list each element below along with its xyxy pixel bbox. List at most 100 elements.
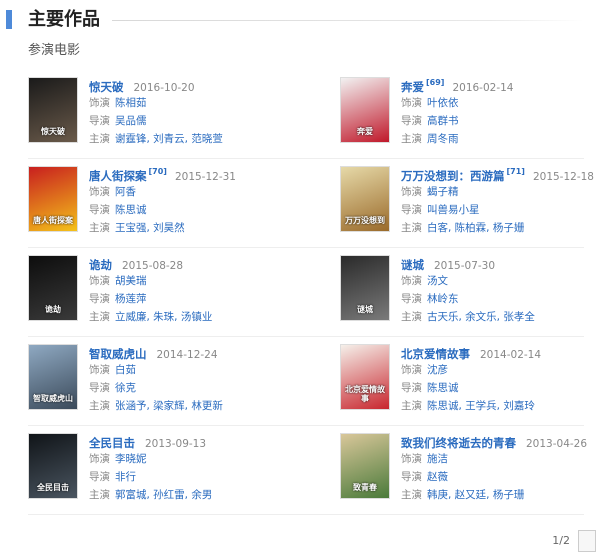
director-value[interactable]: 叫兽易小星: [427, 204, 480, 216]
cast-value[interactable]: 周冬雨: [427, 133, 459, 145]
role-value[interactable]: 白茹: [115, 364, 136, 376]
director-value[interactable]: 陈思诚: [427, 382, 459, 394]
movie-poster[interactable]: 诡劫: [28, 255, 78, 321]
role-value[interactable]: 施洁: [427, 453, 448, 465]
cast-label: 主演: [401, 400, 422, 412]
movie-title-line: 万万没想到：西游篇 [71] 2015-12-18: [401, 166, 600, 183]
director-value[interactable]: 高群书: [427, 115, 459, 127]
role-label: 饰演: [401, 364, 422, 376]
release-date: 2016-02-14: [452, 82, 514, 94]
movie-poster[interactable]: 致青春: [340, 433, 390, 499]
movie-poster[interactable]: 惊天破: [28, 77, 78, 143]
cast-line: 主演 古天乐, 余文乐, 张孝全: [401, 308, 600, 326]
director-value[interactable]: 吴品儒: [115, 115, 147, 127]
role-value[interactable]: 胡美瑞: [115, 275, 147, 287]
role-line: 饰演 叶依依: [401, 94, 600, 112]
role-label: 饰演: [89, 364, 110, 376]
reference-link[interactable]: [71]: [507, 167, 525, 176]
movie-title-line: 北京爱情故事 2014-02-14: [401, 344, 600, 361]
cast-line: 主演 周冬雨: [401, 130, 600, 148]
cast-line: 主演 立威廉, 朱珠, 汤镇业: [89, 308, 309, 326]
cast-value[interactable]: 古天乐, 余文乐, 张孝全: [427, 311, 535, 323]
cast-line: 主演 白客, 陈柏霖, 杨子姗: [401, 219, 600, 237]
director-line: 导演 林岭东: [401, 290, 600, 308]
director-value[interactable]: 林岭东: [427, 293, 459, 305]
movie-poster[interactable]: 全民目击: [28, 433, 78, 499]
movie-info: 唐人街探案 [70] 2015-12-31 饰演 阿香 导演 陈思诚 主演 王宝强, 刘昊…: [89, 166, 309, 237]
role-value[interactable]: 阿香: [115, 186, 136, 198]
movie-title-link[interactable]: 诡劫: [89, 258, 112, 272]
role-label: 饰演: [401, 97, 422, 109]
director-value[interactable]: 非行: [115, 471, 136, 483]
cast-value[interactable]: 陈思诚, 王学兵, 刘嘉玲: [427, 400, 535, 412]
movie-title-link[interactable]: 万万没想到：西游篇: [401, 169, 505, 183]
movie-title-link[interactable]: 致我们终将逝去的青春: [401, 436, 516, 450]
role-label: 饰演: [401, 186, 422, 198]
poster-title: 奔爱: [357, 127, 373, 136]
director-label: 导演: [89, 382, 110, 394]
cast-line: 主演 韩庚, 赵又廷, 杨子珊: [401, 486, 600, 504]
reference-link[interactable]: [69]: [426, 78, 444, 87]
director-line: 导演 赵薇: [401, 468, 600, 486]
director-value[interactable]: 徐克: [115, 382, 136, 394]
movie-grid: 惊天破 惊天破 2016-10-20 饰演 陈相茹 导演 吴品儒 主演 谢霆锋, 刘青云…: [28, 70, 594, 515]
release-date: 2016-10-20: [133, 82, 195, 94]
movie-title-link[interactable]: 智取威虎山: [89, 347, 147, 361]
cast-value[interactable]: 白客, 陈柏霖, 杨子姗: [427, 222, 524, 234]
director-value[interactable]: 杨莲萍: [115, 293, 147, 305]
movie-title-link[interactable]: 惊天破: [89, 80, 124, 94]
cast-value[interactable]: 谢霆锋, 刘青云, 范晓萱: [115, 133, 223, 145]
director-label: 导演: [89, 115, 110, 127]
movie-title-link[interactable]: 北京爱情故事: [401, 347, 470, 361]
role-value[interactable]: 沈彦: [427, 364, 448, 376]
cast-label: 主演: [89, 311, 110, 323]
reference-link[interactable]: [70]: [149, 167, 167, 176]
role-label: 饰演: [401, 453, 422, 465]
release-date: 2014-02-14: [480, 349, 542, 361]
movie-title-line: 唐人街探案 [70] 2015-12-31: [89, 166, 309, 183]
role-line: 饰演 李晓妮: [89, 450, 309, 468]
cast-value[interactable]: 立威廉, 朱珠, 汤镇业: [115, 311, 212, 323]
movie-item: 全民目击 全民目击 2013-09-13 饰演 李晓妮 导演 非行 主演 郭富城, 孙红…: [28, 426, 298, 514]
cast-value[interactable]: 韩庚, 赵又廷, 杨子珊: [427, 489, 524, 501]
movie-poster[interactable]: 谜城: [340, 255, 390, 321]
release-date: 2015-08-28: [122, 260, 184, 272]
director-line: 导演 陈思诚: [401, 379, 600, 397]
director-value[interactable]: 陈思诚: [115, 204, 147, 216]
movie-poster[interactable]: 万万没想到: [340, 166, 390, 232]
role-line: 饰演 胡美瑞: [89, 272, 309, 290]
cast-line: 主演 谢霆锋, 刘青云, 范晓萱: [89, 130, 309, 148]
cast-value[interactable]: 张涵予, 梁家辉, 林更新: [115, 400, 223, 412]
cast-line: 主演 张涵予, 梁家辉, 林更新: [89, 397, 309, 415]
director-label: 导演: [401, 382, 422, 394]
pager-next-button[interactable]: [578, 530, 596, 552]
role-value[interactable]: 李晓妮: [115, 453, 147, 465]
role-value[interactable]: 汤文: [427, 275, 448, 287]
movie-item: 北京爱情故事 北京爱情故事 2014-02-14 饰演 沈彦 导演 陈思诚 主演 陈思诚…: [340, 337, 600, 425]
poster-title: 惊天破: [41, 127, 65, 136]
movie-poster[interactable]: 奔爱: [340, 77, 390, 143]
movie-poster[interactable]: 北京爱情故事: [340, 344, 390, 410]
cast-value[interactable]: 郭富城, 孙红雷, 余男: [115, 489, 212, 501]
director-line: 导演 陈思诚: [89, 201, 309, 219]
movie-title-line: 谜城 2015-07-30: [401, 255, 600, 272]
director-value[interactable]: 赵薇: [427, 471, 448, 483]
movie-title-link[interactable]: 全民目击: [89, 436, 135, 450]
movie-title-link[interactable]: 唐人街探案: [89, 169, 147, 183]
movie-poster[interactable]: 智取威虎山: [28, 344, 78, 410]
movie-title-line: 诡劫 2015-08-28: [89, 255, 309, 272]
movie-title-link[interactable]: 奔爱: [401, 80, 424, 94]
movie-poster[interactable]: 唐人街探案: [28, 166, 78, 232]
movie-title-link[interactable]: 谜城: [401, 258, 424, 272]
role-value[interactable]: 陈相茹: [115, 97, 147, 109]
director-line: 导演 吴品儒: [89, 112, 309, 130]
cast-value[interactable]: 王宝强, 刘昊然: [115, 222, 185, 234]
movie-row: 唐人街探案 唐人街探案 [70] 2015-12-31 饰演 阿香 导演 陈思诚 主演王…: [28, 159, 594, 248]
role-line: 饰演 白茹: [89, 361, 309, 379]
director-label: 导演: [401, 471, 422, 483]
director-label: 导演: [89, 471, 110, 483]
director-label: 导演: [401, 115, 422, 127]
role-value[interactable]: 蝎子精: [427, 186, 459, 198]
movie-info: 北京爱情故事 2014-02-14 饰演 沈彦 导演 陈思诚 主演 陈思诚, 王学兵, …: [401, 344, 600, 415]
role-value[interactable]: 叶依依: [427, 97, 459, 109]
